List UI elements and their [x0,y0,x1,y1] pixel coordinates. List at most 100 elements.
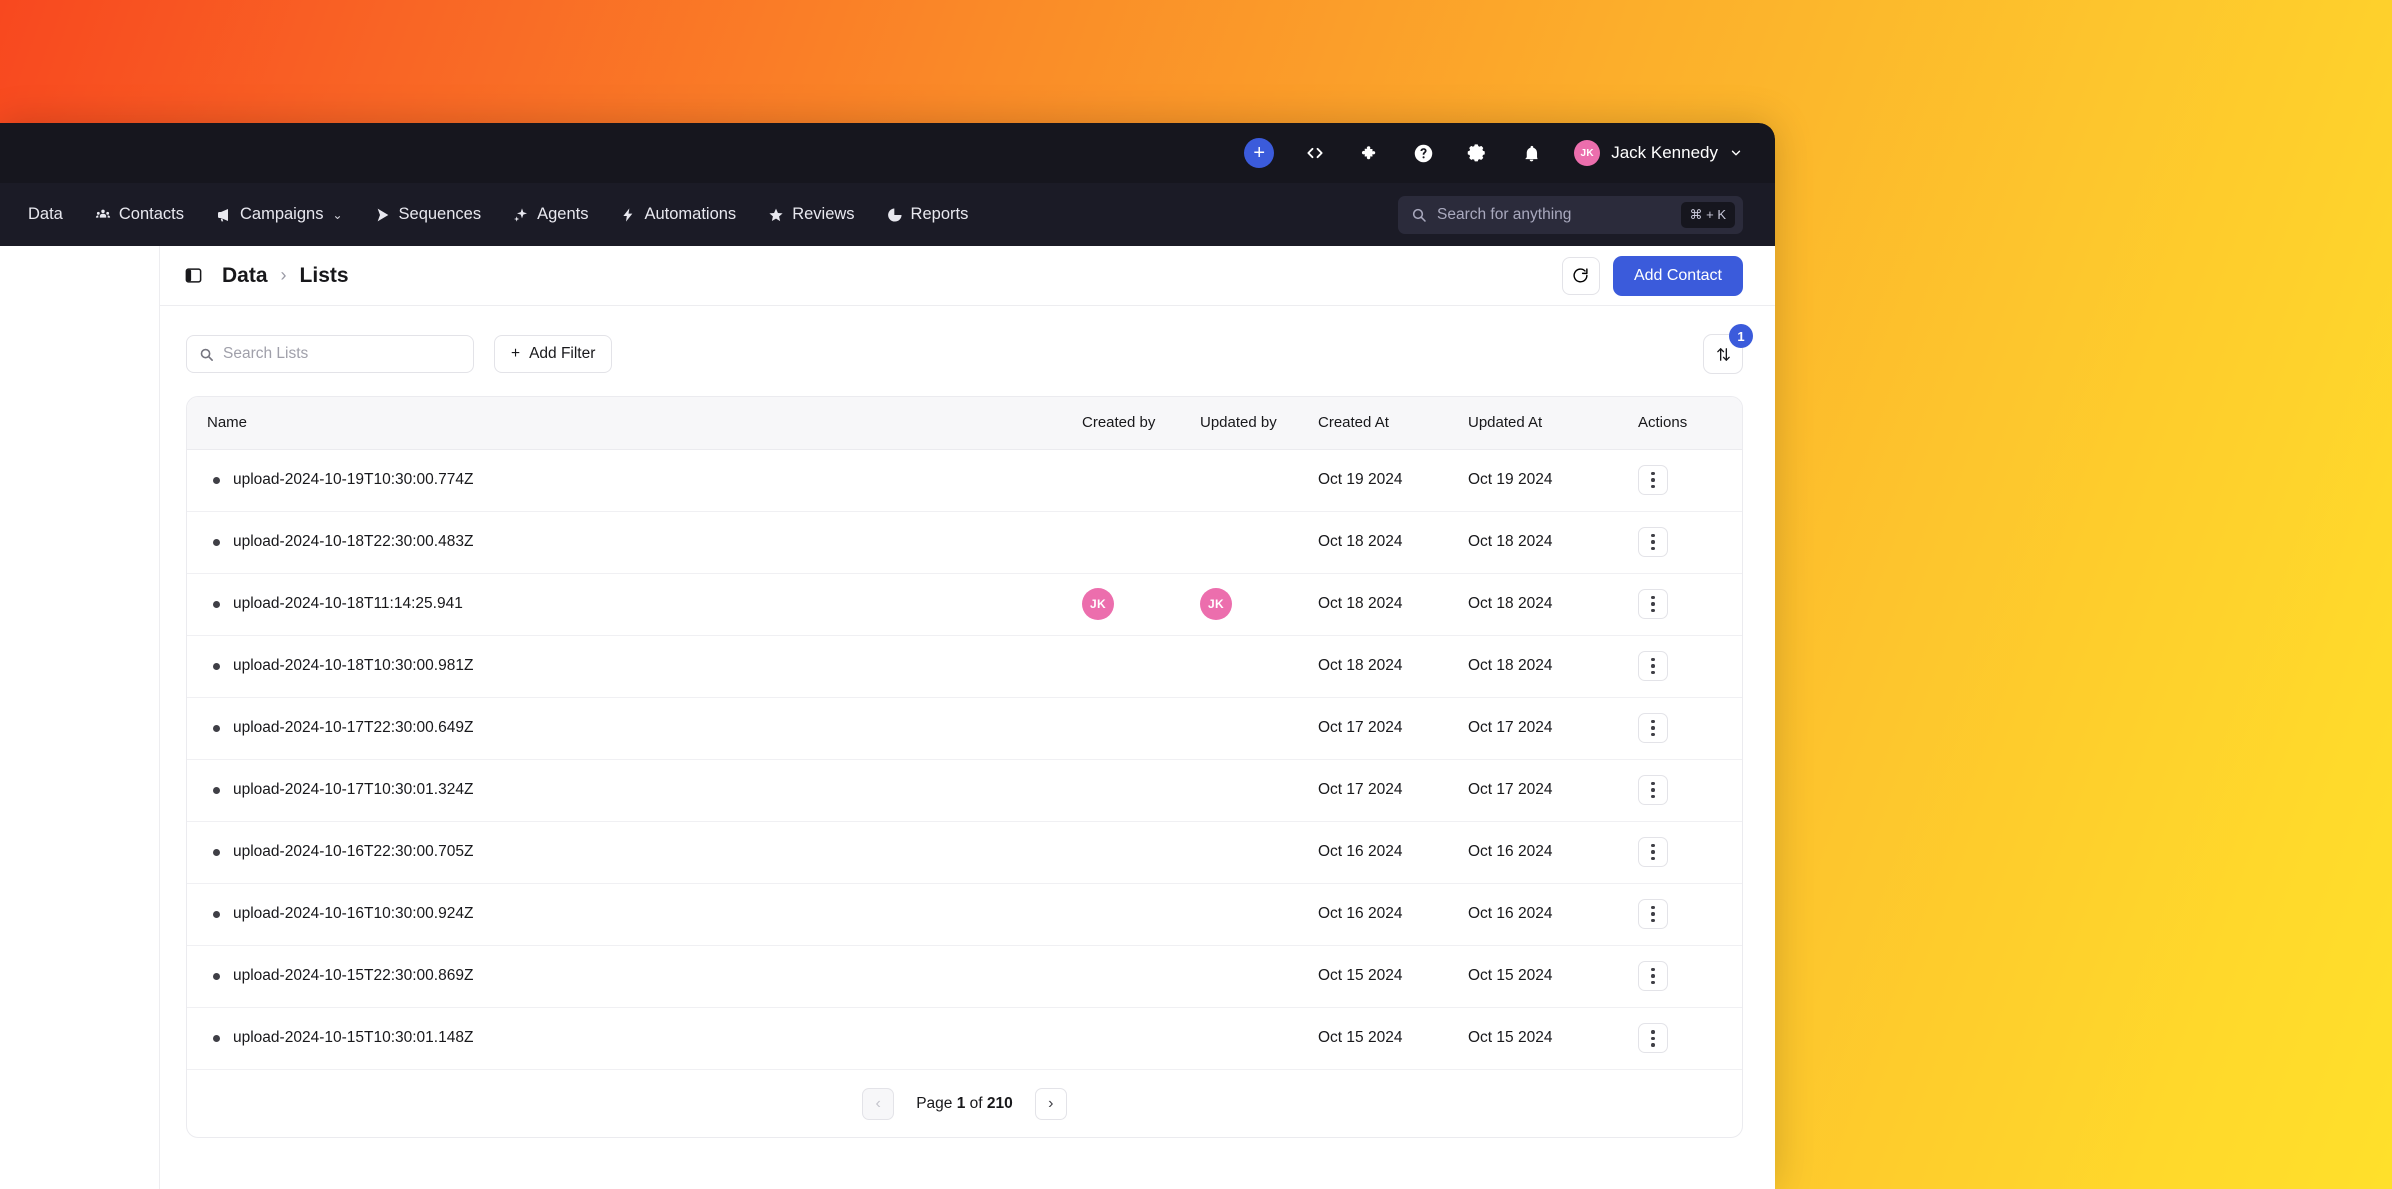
nav-item-reports[interactable]: Reports [871,205,985,224]
pie-chart-icon [887,207,903,223]
cell-name: upload-2024-10-15T10:30:01.148Z [187,1007,1076,1069]
nav-item-campaigns[interactable]: Campaigns ⌄ [200,205,359,224]
add-filter-button[interactable]: + Add Filter [494,335,612,373]
more-vertical-icon [1651,720,1655,737]
prev-page-button[interactable]: ‹ [862,1088,894,1120]
cell-actions [1632,945,1742,1007]
cell-updated-by [1194,883,1312,945]
page-header: Data › Lists Add Contact [160,246,1775,306]
more-vertical-icon [1651,472,1655,489]
search-icon [199,347,214,362]
global-search[interactable]: Search for anything ⌘ + K [1398,196,1743,234]
table-row[interactable]: upload-2024-10-18T22:30:00.483ZOct 18 20… [187,511,1742,573]
search-lists-placeholder: Search Lists [223,345,308,363]
table-row[interactable]: upload-2024-10-18T11:14:25.941JKJKOct 18… [187,573,1742,635]
cell-created-by [1076,821,1194,883]
nav-item-agents[interactable]: Agents [497,205,604,224]
list-name-link[interactable]: upload-2024-10-15T22:30:00.869Z [233,967,473,985]
table-row[interactable]: upload-2024-10-18T10:30:00.981ZOct 18 20… [187,635,1742,697]
more-vertical-icon [1651,658,1655,675]
list-name-link[interactable]: upload-2024-10-16T22:30:00.705Z [233,843,473,861]
status-dot-icon [213,787,220,794]
table-row[interactable]: upload-2024-10-17T10:30:01.324ZOct 17 20… [187,759,1742,821]
nav-item-label: Automations [644,205,736,224]
row-actions-menu-button[interactable] [1638,589,1668,619]
more-vertical-icon [1651,1030,1655,1047]
column-header-name[interactable]: Name [187,397,1076,449]
gear-icon[interactable] [1464,140,1490,166]
content-main: Data › Lists Add Contact [160,246,1775,1189]
megaphone-icon [216,207,232,223]
cell-created-by [1076,759,1194,821]
breadcrumb-parent[interactable]: Data [222,264,268,288]
row-actions-menu-button[interactable] [1638,1023,1668,1053]
top-bar: + JK Jack Kennedy [0,123,1775,183]
cell-updated-by [1194,697,1312,759]
sidebar-toggle-icon[interactable] [182,265,204,287]
row-actions-menu-button[interactable] [1638,837,1668,867]
list-name-link[interactable]: upload-2024-10-18T11:14:25.941 [233,595,463,613]
content-area: Data › Lists Add Contact [0,246,1775,1189]
list-name-link[interactable]: upload-2024-10-18T22:30:00.483Z [233,533,473,551]
sidebar-rail [0,246,160,1189]
chevron-down-icon [1729,146,1743,160]
cell-name: upload-2024-10-19T10:30:00.774Z [187,449,1076,511]
code-icon[interactable] [1302,140,1328,166]
column-header-created-by[interactable]: Created by [1076,397,1194,449]
nav-item-data[interactable]: Data [12,205,79,224]
row-actions-menu-button[interactable] [1638,713,1668,743]
column-header-created-at[interactable]: Created At [1312,397,1462,449]
cell-created-by [1076,945,1194,1007]
table-row[interactable]: upload-2024-10-15T10:30:01.148ZOct 15 20… [187,1007,1742,1069]
bolt-icon [620,207,636,223]
row-actions-menu-button[interactable] [1638,775,1668,805]
list-name-link[interactable]: upload-2024-10-19T10:30:00.774Z [233,471,473,489]
column-header-updated-by[interactable]: Updated by [1194,397,1312,449]
list-name-link[interactable]: upload-2024-10-17T10:30:01.324Z [233,781,473,799]
table-row[interactable]: upload-2024-10-17T22:30:00.649Z Oct 17 20… [187,697,1742,759]
next-page-button[interactable]: › [1035,1088,1067,1120]
help-circle-icon[interactable] [1410,140,1436,166]
nav-item-label: Sequences [399,205,482,224]
table-row[interactable]: upload-2024-10-16T10:30:00.924ZOct 16 20… [187,883,1742,945]
cell-actions [1632,697,1742,759]
cell-created-by [1076,697,1194,759]
list-name-link[interactable]: upload-2024-10-16T10:30:00.924Z [233,905,473,923]
cell-updated-by [1194,821,1312,883]
sparkle-icon [513,207,529,223]
nav-item-label: Reports [911,205,969,224]
cell-updated-at: Oct 17 2024 [1462,697,1632,759]
more-vertical-icon [1651,534,1655,551]
nav-item-contacts[interactable]: Contacts [79,205,200,224]
cell-name: upload-2024-10-16T10:30:00.924Z [187,883,1076,945]
nav-item-sequences[interactable]: Sequences [359,205,498,224]
list-name-link[interactable]: upload-2024-10-17T22:30:00.649Z [233,719,473,737]
row-actions-menu-button[interactable] [1638,527,1668,557]
column-header-updated-at[interactable]: Updated At [1462,397,1632,449]
lists-table: Name Created by Updated by Created At Up… [187,397,1742,1069]
create-new-button[interactable]: + [1244,138,1274,168]
nav-item-label: Contacts [119,205,184,224]
list-name-link[interactable]: upload-2024-10-15T10:30:01.148Z [233,1029,473,1047]
nav-item-reviews[interactable]: Reviews [752,205,870,224]
user-menu[interactable]: JK Jack Kennedy [1574,140,1743,166]
row-actions-menu-button[interactable] [1638,899,1668,929]
row-actions-menu-button[interactable] [1638,651,1668,681]
status-dot-icon [213,663,220,670]
bell-icon[interactable] [1518,140,1544,166]
contacts-icon [95,207,111,223]
list-name-link[interactable]: upload-2024-10-18T10:30:00.981Z [233,657,473,675]
table-row[interactable]: upload-2024-10-19T10:30:00.774ZOct 19 20… [187,449,1742,511]
sort-count-badge: 1 [1729,324,1753,348]
refresh-icon[interactable] [1562,257,1600,295]
cell-name: upload-2024-10-16T22:30:00.705Z [187,821,1076,883]
search-lists-input[interactable]: Search Lists [186,335,474,373]
row-actions-menu-button[interactable] [1638,465,1668,495]
puzzle-icon[interactable] [1356,140,1382,166]
table-row[interactable]: upload-2024-10-15T22:30:00.869ZOct 15 20… [187,945,1742,1007]
add-contact-button[interactable]: Add Contact [1613,256,1743,296]
nav-item-automations[interactable]: Automations [604,205,752,224]
table-row[interactable]: upload-2024-10-16T22:30:00.705ZOct 16 20… [187,821,1742,883]
row-actions-menu-button[interactable] [1638,961,1668,991]
cell-created-by [1076,883,1194,945]
